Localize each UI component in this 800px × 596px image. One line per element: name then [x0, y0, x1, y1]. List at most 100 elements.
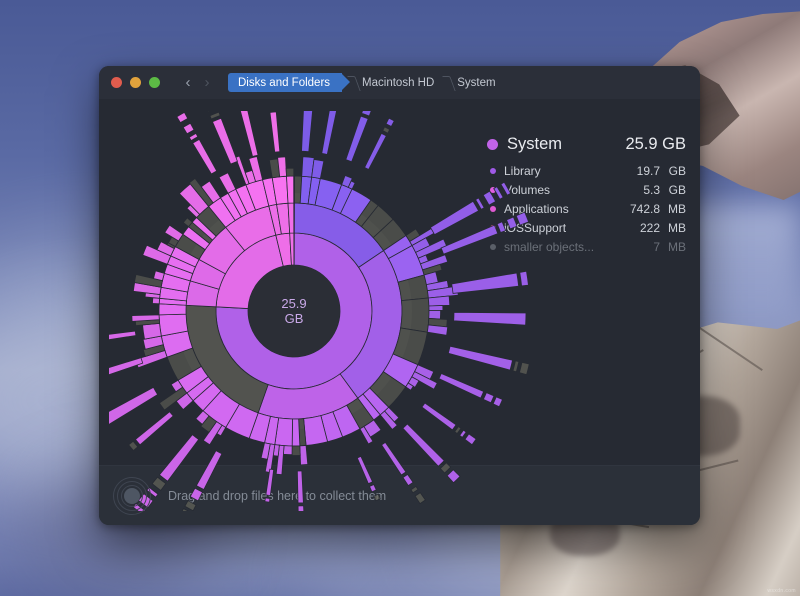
- sunburst-segment[interactable]: [362, 111, 373, 116]
- legend-item-unit: GB: [660, 183, 686, 197]
- legend-header-value: 25.9 GB: [625, 135, 686, 154]
- sunburst-segment[interactable]: [270, 112, 280, 152]
- sunburst-segment[interactable]: [205, 111, 217, 112]
- drop-core: [124, 488, 140, 504]
- sunburst-segment[interactable]: [422, 403, 456, 430]
- sunburst-segment[interactable]: [135, 412, 173, 445]
- sunburst-segment[interactable]: [501, 182, 511, 195]
- sunburst-segment[interactable]: [286, 168, 294, 176]
- sunburst-segment[interactable]: [298, 506, 304, 511]
- sunburst-segment[interactable]: [213, 118, 238, 164]
- sunburst-segment[interactable]: [143, 323, 162, 339]
- forward-chevron-icon[interactable]: ›: [199, 74, 215, 92]
- sunburst-segment[interactable]: [183, 123, 194, 134]
- drop-target-icon[interactable]: [113, 477, 151, 515]
- sunburst-segment[interactable]: [312, 160, 324, 179]
- sunburst-segment[interactable]: [519, 362, 529, 374]
- sunburst-segment[interactable]: [528, 208, 529, 220]
- minimize-button[interactable]: [130, 77, 141, 88]
- sunburst-segment[interactable]: [193, 139, 217, 174]
- sunburst-segment[interactable]: [236, 156, 250, 185]
- sunburst-segment[interactable]: [219, 173, 236, 194]
- sunburst-segment[interactable]: [154, 271, 165, 281]
- sunburst-segment[interactable]: [292, 446, 300, 456]
- sunburst-segment[interactable]: [239, 111, 258, 156]
- sunburst-segment[interactable]: [159, 304, 186, 315]
- sunburst-segment[interactable]: [383, 127, 390, 133]
- sunburst-segment[interactable]: [403, 424, 444, 466]
- sunburst-center-hole[interactable]: [248, 265, 340, 357]
- legend-header-unit: GB: [662, 135, 686, 153]
- sunburst-segment[interactable]: [403, 474, 413, 485]
- back-chevron-icon[interactable]: ‹: [180, 74, 196, 92]
- sunburst-segment[interactable]: [283, 446, 292, 455]
- sunburst-segment[interactable]: [401, 298, 429, 332]
- sunburst-segment[interactable]: [386, 118, 394, 126]
- breadcrumb: Disks and Folders Macintosh HD System: [228, 73, 508, 92]
- sunburst-segment[interactable]: [109, 331, 136, 340]
- sunburst-segment[interactable]: [429, 306, 443, 311]
- sunburst-segment[interactable]: [185, 501, 196, 511]
- sunburst-segment[interactable]: [520, 271, 529, 286]
- sunburst-segment[interactable]: [460, 430, 466, 437]
- sunburst-segment[interactable]: [440, 463, 450, 473]
- sunburst-segment[interactable]: [300, 445, 308, 464]
- breadcrumb-item-system[interactable]: System: [446, 73, 507, 92]
- sunburst-segment[interactable]: [452, 273, 519, 294]
- sunburst-segment[interactable]: [465, 434, 476, 445]
- sunburst-chart[interactable]: 25.9 GB: [109, 111, 529, 516]
- sunburst-segment[interactable]: [297, 471, 303, 503]
- sunburst-segment[interactable]: [374, 494, 381, 501]
- sunburst-segment[interactable]: [448, 346, 512, 370]
- sunburst-segment[interactable]: [152, 477, 166, 490]
- sunburst-segment[interactable]: [370, 485, 377, 492]
- sunburst-segment[interactable]: [265, 498, 270, 502]
- sunburst-segment[interactable]: [292, 419, 300, 446]
- sunburst-segment[interactable]: [196, 451, 221, 490]
- sunburst-segment[interactable]: [287, 176, 294, 203]
- sunburst-segment[interactable]: [278, 157, 287, 177]
- sunburst-segment[interactable]: [294, 176, 295, 203]
- breadcrumb-item-macintosh-hd[interactable]: Macintosh HD: [351, 73, 446, 92]
- sunburst-segment[interactable]: [429, 310, 441, 319]
- sunburst-segment[interactable]: [430, 201, 478, 234]
- breadcrumb-item-disks-and-folders[interactable]: Disks and Folders: [228, 73, 342, 92]
- sunburst-segment[interactable]: [294, 203, 295, 233]
- legend-item-value: 19.7: [614, 164, 660, 178]
- zoom-button[interactable]: [149, 77, 160, 88]
- sunburst-segment[interactable]: [439, 374, 484, 399]
- sunburst-segment[interactable]: [441, 225, 498, 254]
- sunburst-segment[interactable]: [357, 456, 372, 483]
- sunburst-segment[interactable]: [109, 387, 158, 425]
- sunburst-segment[interactable]: [427, 325, 447, 335]
- sunburst-segment[interactable]: [322, 111, 339, 155]
- sunburst-segment[interactable]: [507, 217, 518, 229]
- sunburst-segment[interactable]: [365, 133, 387, 169]
- sunburst-segment[interactable]: [159, 435, 198, 482]
- sunburst-segment[interactable]: [516, 212, 528, 225]
- sunburst-segment[interactable]: [346, 116, 368, 162]
- sunburst-segment[interactable]: [266, 469, 274, 495]
- sunburst-svg[interactable]: [109, 111, 529, 511]
- sunburst-segment[interactable]: [483, 393, 494, 403]
- sunburst-segment[interactable]: [415, 493, 425, 504]
- sunburst-segment[interactable]: [177, 112, 188, 122]
- sunburst-segment[interactable]: [454, 312, 526, 325]
- sunburst-segment[interactable]: [302, 111, 315, 152]
- sunburst-segment[interactable]: [210, 112, 220, 119]
- sunburst-segment[interactable]: [428, 296, 449, 306]
- sunburst-segment[interactable]: [494, 187, 503, 200]
- sunburst-segment[interactable]: [129, 441, 138, 450]
- legend-item-unit: MB: [660, 202, 686, 216]
- sunburst-segment[interactable]: [447, 470, 460, 483]
- close-button[interactable]: [111, 77, 122, 88]
- sunburst-segment[interactable]: [382, 442, 406, 475]
- sunburst-segment[interactable]: [411, 486, 418, 492]
- sunburst-segment[interactable]: [483, 191, 495, 205]
- sunburst-segment[interactable]: [513, 361, 519, 372]
- sunburst-segment[interactable]: [497, 222, 506, 233]
- sunburst-segment[interactable]: [190, 488, 202, 501]
- sunburst-segment[interactable]: [493, 397, 502, 407]
- sunburst-segment[interactable]: [455, 427, 461, 434]
- sunburst-segment[interactable]: [189, 133, 198, 140]
